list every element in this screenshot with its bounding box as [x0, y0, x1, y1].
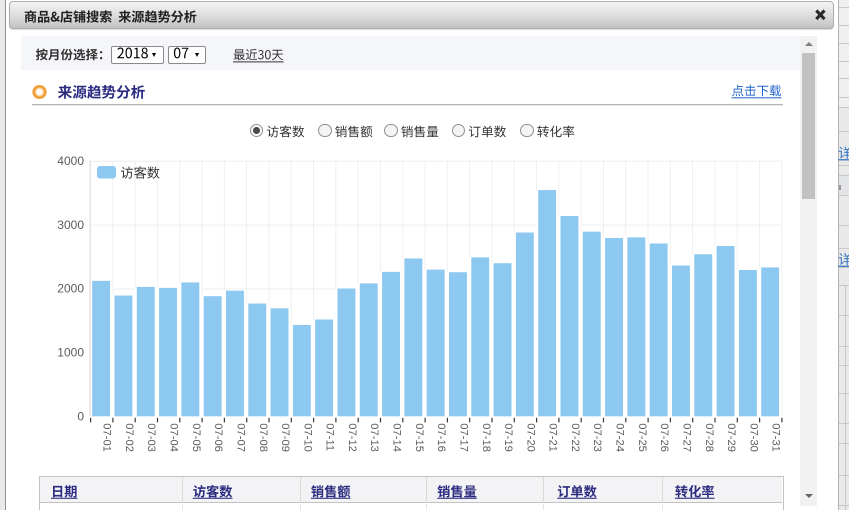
svg-text:07-24: 07-24	[614, 423, 626, 452]
svg-text:07-11: 07-11	[324, 423, 336, 451]
svg-text:07-12: 07-12	[346, 423, 358, 452]
svg-text:07-02: 07-02	[123, 423, 135, 452]
svg-text:07-20: 07-20	[524, 423, 536, 452]
svg-text:07-26: 07-26	[658, 423, 670, 452]
svg-text:07-25: 07-25	[636, 423, 648, 452]
svg-text:07-04: 07-04	[168, 423, 180, 452]
svg-text:07-14: 07-14	[391, 423, 403, 452]
svg-text:07-27: 07-27	[681, 423, 693, 452]
svg-text:07-03: 07-03	[145, 423, 157, 452]
svg-text:07-18: 07-18	[480, 423, 492, 452]
svg-text:07-07: 07-07	[235, 423, 247, 452]
svg-text:07-05: 07-05	[190, 423, 202, 452]
svg-text:0: 0	[77, 410, 84, 424]
svg-text:07-22: 07-22	[569, 423, 581, 452]
svg-text:07-15: 07-15	[413, 423, 425, 452]
svg-text:07-28: 07-28	[703, 423, 715, 452]
svg-text:07-13: 07-13	[368, 423, 380, 452]
svg-text:3000: 3000	[57, 218, 84, 232]
svg-text:07-01: 07-01	[101, 423, 113, 452]
svg-text:07-23: 07-23	[591, 423, 603, 452]
svg-text:07-19: 07-19	[502, 423, 514, 452]
svg-text:07-09: 07-09	[279, 423, 291, 452]
svg-text:4000: 4000	[57, 154, 84, 168]
svg-text:07-31: 07-31	[770, 423, 782, 452]
svg-text:07-06: 07-06	[212, 423, 224, 452]
svg-text:07-10: 07-10	[301, 423, 313, 452]
svg-text:07-17: 07-17	[457, 423, 469, 452]
svg-text:07-08: 07-08	[257, 423, 269, 452]
svg-text:07-16: 07-16	[435, 423, 447, 452]
svg-text:2000: 2000	[57, 282, 84, 296]
svg-text:07-30: 07-30	[747, 423, 759, 452]
svg-text:07-29: 07-29	[725, 423, 737, 452]
svg-text:07-21: 07-21	[547, 423, 559, 452]
svg-text:1000: 1000	[57, 346, 84, 360]
